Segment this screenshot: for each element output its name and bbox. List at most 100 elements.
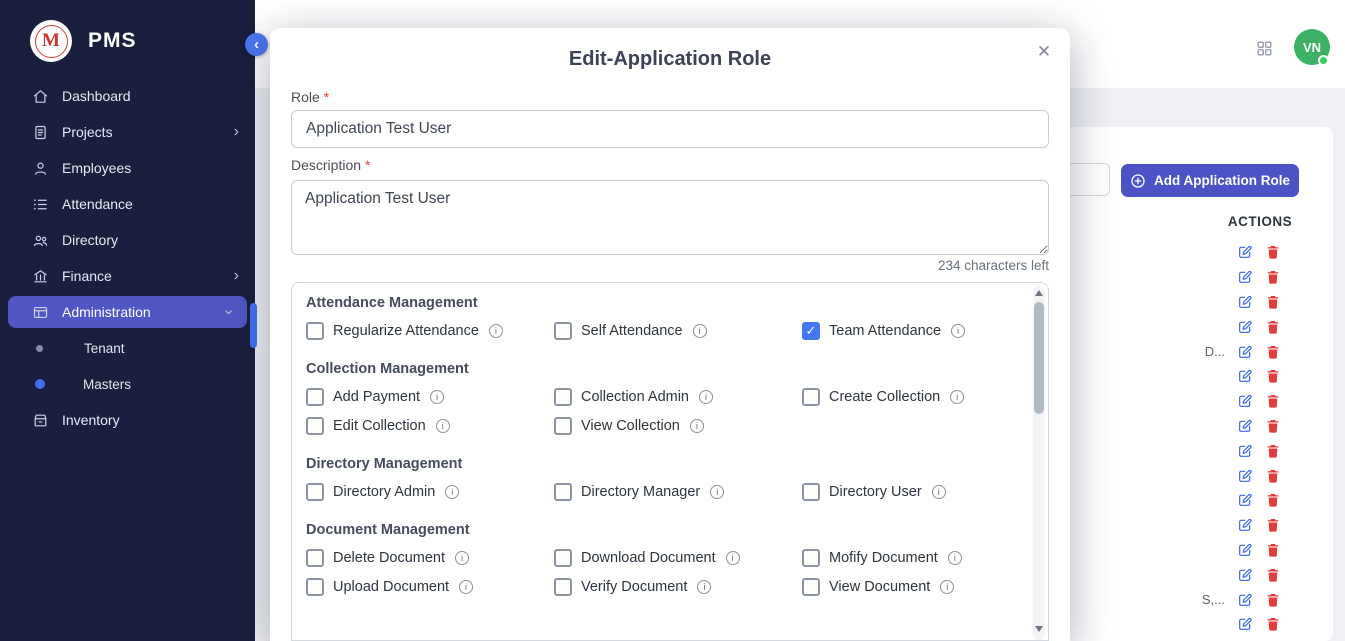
edit-icon[interactable] — [1237, 244, 1253, 260]
info-icon: i — [710, 485, 724, 499]
checkbox-icon[interactable] — [306, 417, 324, 435]
permission-self-attendance[interactable]: Self Attendancei — [554, 322, 802, 340]
delete-icon[interactable] — [1265, 368, 1281, 384]
sidebar-item-projects[interactable]: Projects› — [0, 114, 255, 150]
permission-group-document-management: Document ManagementDelete DocumentiDownl… — [306, 522, 1030, 596]
add-application-role-button[interactable]: Add Application Role — [1121, 164, 1299, 197]
permission-download-document[interactable]: Download Documenti — [554, 549, 802, 567]
checkbox-icon[interactable] — [554, 549, 572, 567]
edit-icon[interactable] — [1237, 443, 1253, 459]
sidebar-item-finance[interactable]: Finance› — [0, 258, 255, 294]
checkbox-icon[interactable] — [554, 483, 572, 501]
delete-icon[interactable] — [1265, 319, 1281, 335]
delete-icon[interactable] — [1265, 517, 1281, 533]
delete-icon[interactable] — [1265, 443, 1281, 459]
sidebar-subitem-tenant[interactable]: Tenant — [0, 330, 255, 366]
edit-icon[interactable] — [1237, 294, 1253, 310]
info-icon: i — [932, 485, 946, 499]
chevron-down-icon: › — [220, 309, 236, 314]
info-icon: i — [948, 551, 962, 565]
permission-directory-admin[interactable]: Directory Admini — [306, 483, 554, 501]
delete-icon[interactable] — [1265, 393, 1281, 409]
sidebar-item-dashboard[interactable]: Dashboard — [0, 78, 255, 114]
checkbox-icon[interactable] — [554, 322, 572, 340]
checkbox-icon[interactable] — [306, 549, 324, 567]
edit-icon[interactable] — [1237, 319, 1253, 335]
delete-icon[interactable] — [1265, 468, 1281, 484]
checkbox-icon[interactable] — [802, 549, 820, 567]
checkbox-icon[interactable]: ✓ — [802, 322, 820, 340]
edit-icon[interactable] — [1237, 344, 1253, 360]
checkbox-icon[interactable] — [306, 578, 324, 596]
sidebar-item-employees[interactable]: Employees — [0, 150, 255, 186]
checkbox-icon[interactable] — [802, 578, 820, 596]
delete-icon[interactable] — [1265, 542, 1281, 558]
permission-directory-user[interactable]: Directory Useri — [802, 483, 1030, 501]
delete-icon[interactable] — [1265, 418, 1281, 434]
sidebar-item-inventory[interactable]: Inventory — [0, 402, 255, 438]
checkbox-icon[interactable] — [554, 388, 572, 406]
checkbox-icon[interactable] — [554, 417, 572, 435]
permission-view-document[interactable]: View Documenti — [802, 578, 1030, 596]
permission-verify-document[interactable]: Verify Documenti — [554, 578, 802, 596]
permission-team-attendance[interactable]: ✓Team Attendancei — [802, 322, 1030, 340]
scroll-down-icon[interactable] — [1035, 626, 1043, 632]
permission-label: Download Document — [581, 550, 716, 566]
edit-icon[interactable] — [1237, 542, 1253, 558]
checkbox-icon[interactable] — [306, 483, 324, 501]
permission-regularize-attendance[interactable]: Regularize Attendancei — [306, 322, 554, 340]
checkbox-icon[interactable] — [306, 322, 324, 340]
permission-mofify-document[interactable]: Mofify Documenti — [802, 549, 1030, 567]
scrollbar[interactable] — [1033, 286, 1045, 640]
sidebar-collapse-button[interactable]: ‹ — [245, 33, 268, 56]
edit-application-role-dialog: Edit-Application Role ✕ Role* Descriptio… — [270, 28, 1070, 641]
permission-label: Create Collection — [829, 389, 940, 405]
edit-icon[interactable] — [1237, 269, 1253, 285]
scrollbar-thumb[interactable] — [1034, 302, 1044, 414]
permission-edit-collection[interactable]: Edit Collectioni — [306, 417, 554, 435]
edit-icon[interactable] — [1237, 468, 1253, 484]
permission-view-collection[interactable]: View Collectioni — [554, 417, 802, 435]
delete-icon[interactable] — [1265, 294, 1281, 310]
sidebar-item-administration[interactable]: Administration › — [8, 296, 247, 328]
edit-icon[interactable] — [1237, 616, 1253, 632]
edit-icon[interactable] — [1237, 368, 1253, 384]
checkbox-icon[interactable] — [802, 483, 820, 501]
delete-icon[interactable] — [1265, 269, 1281, 285]
scroll-up-icon[interactable] — [1035, 290, 1043, 296]
edit-icon[interactable] — [1237, 517, 1253, 533]
edit-icon[interactable] — [1237, 592, 1253, 608]
sidebar-item-label: Administration — [62, 304, 151, 320]
table-row — [1150, 513, 1281, 538]
close-icon[interactable]: ✕ — [1030, 38, 1058, 66]
sidebar-subitem-masters[interactable]: Masters — [0, 366, 255, 402]
checkbox-icon[interactable] — [306, 388, 324, 406]
permission-delete-document[interactable]: Delete Documenti — [306, 549, 554, 567]
permission-add-payment[interactable]: Add Paymenti — [306, 388, 554, 406]
info-icon: i — [951, 324, 965, 338]
edit-icon[interactable] — [1237, 567, 1253, 583]
delete-icon[interactable] — [1265, 492, 1281, 508]
role-input[interactable] — [291, 110, 1049, 148]
delete-icon[interactable] — [1265, 592, 1281, 608]
sidebar-item-directory[interactable]: Directory — [0, 222, 255, 258]
employees-icon — [32, 160, 49, 177]
table-row — [1150, 290, 1281, 315]
delete-icon[interactable] — [1265, 344, 1281, 360]
delete-icon[interactable] — [1265, 567, 1281, 583]
edit-icon[interactable] — [1237, 418, 1253, 434]
apps-grid-icon[interactable] — [1255, 39, 1274, 58]
bullet-icon — [36, 345, 43, 352]
delete-icon[interactable] — [1265, 616, 1281, 632]
permission-collection-admin[interactable]: Collection Admini — [554, 388, 802, 406]
sidebar-item-attendance[interactable]: Attendance — [0, 186, 255, 222]
checkbox-icon[interactable] — [802, 388, 820, 406]
delete-icon[interactable] — [1265, 244, 1281, 260]
edit-icon[interactable] — [1237, 393, 1253, 409]
checkbox-icon[interactable] — [554, 578, 572, 596]
permission-upload-document[interactable]: Upload Documenti — [306, 578, 554, 596]
permission-directory-manager[interactable]: Directory Manageri — [554, 483, 802, 501]
edit-icon[interactable] — [1237, 492, 1253, 508]
description-textarea[interactable]: Application Test User — [291, 180, 1049, 255]
permission-create-collection[interactable]: Create Collectioni — [802, 388, 1030, 406]
